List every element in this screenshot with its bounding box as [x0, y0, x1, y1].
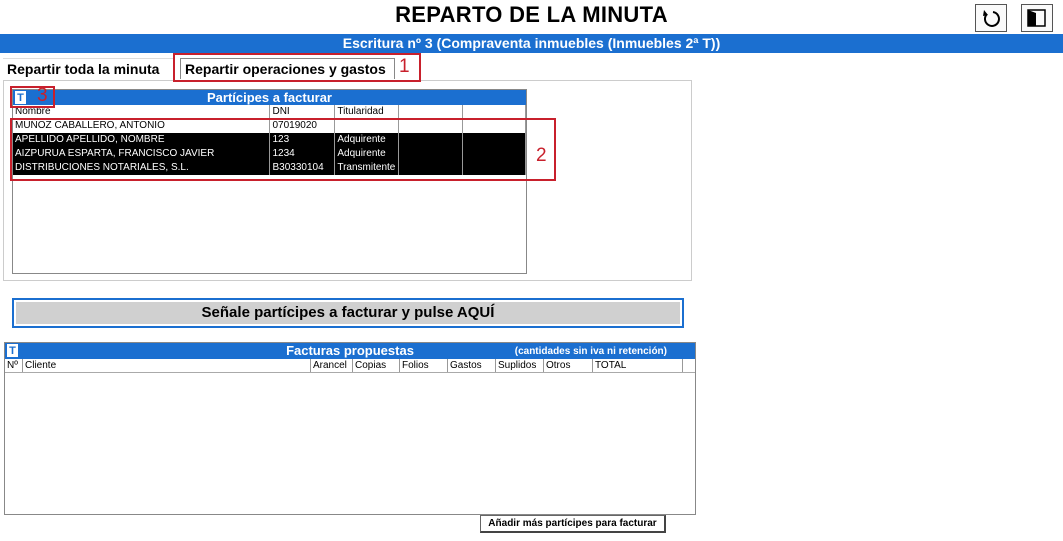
exit-door-icon — [1027, 9, 1046, 27]
participants-column-header: Nombre DNI Titularidad — [13, 105, 526, 119]
annotation-number-3: 3 — [37, 85, 48, 106]
participants-title: Partícipes a facturar — [206, 90, 332, 105]
col-titularidad[interactable]: Titularidad — [335, 105, 400, 118]
invoices-title: Facturas propuestas — [286, 343, 414, 358]
col-cliente[interactable]: Cliente — [23, 359, 311, 372]
annotation-number-2: 2 — [536, 145, 547, 166]
exit-button[interactable] — [1021, 4, 1053, 32]
annotation-box-1 — [173, 53, 421, 82]
col-extra-1 — [399, 105, 464, 118]
col-copias[interactable]: Copias — [353, 359, 400, 372]
annotation-box-3 — [10, 86, 55, 108]
invoices-header: T Facturas propuestas (cantidades sin iv… — [5, 343, 695, 359]
tab-repartir-toda[interactable]: Repartir toda la minuta — [3, 58, 175, 79]
col-arancel[interactable]: Arancel — [311, 359, 353, 372]
col-otros[interactable]: Otros — [544, 359, 593, 372]
participants-table: T Partícipes a facturar Nombre DNI Titul… — [12, 89, 527, 274]
invoices-column-header: Nº Cliente Arancel Copias Folios Gastos … — [5, 359, 695, 373]
col-numero[interactable]: Nº — [5, 359, 23, 372]
invoices-table: T Facturas propuestas (cantidades sin iv… — [4, 342, 696, 515]
annotation-box-2 — [10, 118, 556, 181]
annotation-number-1: 1 — [399, 56, 410, 77]
col-total[interactable]: TOTAL — [593, 359, 683, 372]
refresh-icon — [983, 10, 1000, 27]
refresh-button[interactable] — [975, 4, 1007, 32]
table-toggle-icon[interactable]: T — [7, 344, 18, 357]
select-participants-button[interactable]: Señale partícipes a facturar y pulse AQU… — [12, 298, 684, 328]
col-dni[interactable]: DNI — [270, 105, 336, 118]
col-folios[interactable]: Folios — [400, 359, 448, 372]
deed-banner: Escritura nº 3 (Compraventa inmuebles (I… — [0, 34, 1063, 53]
invoices-note: (cantidades sin iva ni retención) — [514, 346, 667, 357]
participants-header: T Partícipes a facturar — [13, 90, 526, 105]
col-suplidos[interactable]: Suplidos — [496, 359, 544, 372]
col-extra-2 — [463, 105, 526, 118]
window-title: REPARTO DE LA MINUTA — [395, 2, 668, 27]
select-participants-label: Señale partícipes a facturar y pulse AQU… — [16, 302, 680, 324]
add-participants-button[interactable]: Añadir más partícipes para facturar — [480, 515, 666, 533]
col-gastos[interactable]: Gastos — [448, 359, 496, 372]
